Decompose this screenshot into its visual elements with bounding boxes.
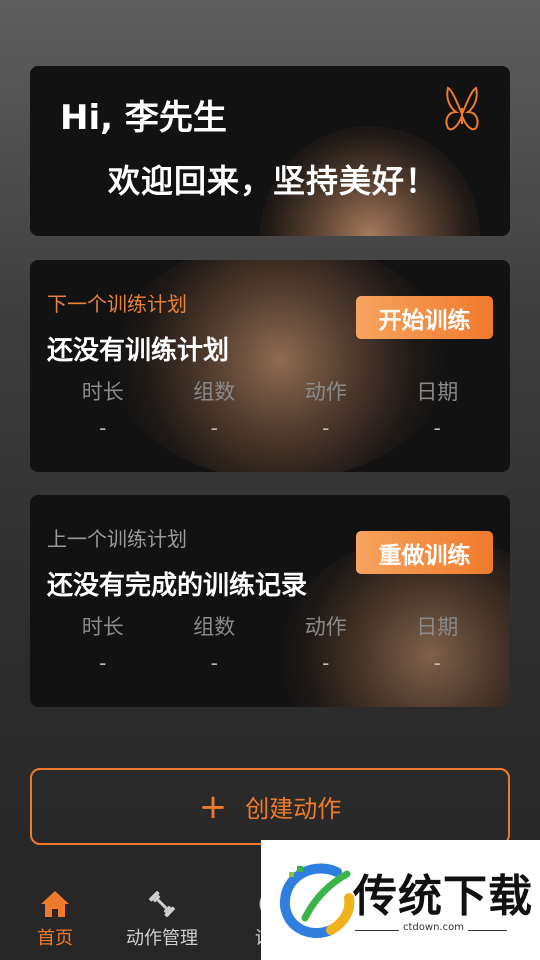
- stat-value: -: [433, 651, 441, 675]
- dumbbell-icon: [148, 890, 176, 918]
- plus-icon: +: [198, 786, 228, 827]
- stat-label: 组数: [193, 380, 236, 404]
- next-plan-title: 还没有训练计划: [47, 336, 230, 366]
- next-plan-kicker: 下一个训练计划: [47, 292, 187, 316]
- stat-label: 组数: [193, 615, 236, 639]
- stat-label: 时长: [81, 380, 124, 404]
- stat-value: -: [210, 651, 218, 675]
- stat-label: 动作: [304, 615, 347, 639]
- stat-value: -: [210, 416, 218, 440]
- prev-plan-kicker: 上一个训练计划: [47, 527, 187, 551]
- prev-plan-title: 还没有完成的训练记录: [47, 571, 308, 601]
- stat-value: -: [322, 651, 330, 675]
- stat-duration: 时长 -: [47, 376, 159, 440]
- stat-value: -: [322, 416, 330, 440]
- stat-value: -: [433, 416, 441, 440]
- stat-duration: 时长 -: [47, 611, 159, 675]
- tab-label: 首页: [37, 928, 73, 949]
- butterfly-icon: [445, 86, 479, 131]
- home-icon: [41, 891, 69, 917]
- stat-date: 日期 -: [382, 611, 494, 675]
- stat-date: 日期 -: [382, 376, 494, 440]
- tab-action-management[interactable]: 动作管理: [107, 880, 217, 960]
- tab-label: 动作管理: [126, 928, 198, 949]
- stat-label: 日期: [416, 380, 459, 404]
- watermark-domain: ctdown.com: [399, 922, 468, 933]
- prev-plan-card: 上一个训练计划 还没有完成的训练记录 重做训练 时长 - 组数 - 动作 - 日…: [30, 495, 510, 707]
- redo-training-button[interactable]: 重做训练: [356, 531, 493, 574]
- greeting-text: Hi, 李先生: [60, 98, 227, 138]
- welcome-card: Hi, 李先生 欢迎回来，坚持美好！: [30, 66, 510, 236]
- start-training-button[interactable]: 开始训练: [356, 296, 493, 339]
- stat-value: -: [99, 416, 107, 440]
- prev-plan-stats: 时长 - 组数 - 动作 - 日期 -: [47, 611, 493, 675]
- ctdown-logo-icon: [279, 863, 355, 938]
- watermark-overlay: 传统下载 ctdown.com: [261, 840, 540, 960]
- watermark-text: 传统下载: [353, 871, 533, 922]
- stat-sets: 组数 -: [159, 376, 271, 440]
- welcome-motto: 欢迎回来，坚持美好！: [108, 162, 439, 200]
- stat-label: 时长: [81, 615, 124, 639]
- stat-label: 动作: [304, 380, 347, 404]
- next-plan-card: 下一个训练计划 还没有训练计划 开始训练 时长 - 组数 - 动作 - 日期 -: [30, 260, 510, 472]
- next-plan-stats: 时长 - 组数 - 动作 - 日期 -: [47, 376, 493, 440]
- create-action-label: 创建动作: [245, 795, 342, 823]
- tab-home[interactable]: 首页: [0, 880, 110, 960]
- stat-actions: 动作 -: [270, 611, 382, 675]
- stat-value: -: [99, 651, 107, 675]
- create-action-button[interactable]: + 创建动作: [30, 768, 510, 845]
- stat-actions: 动作 -: [270, 376, 382, 440]
- stat-label: 日期: [416, 615, 459, 639]
- stat-sets: 组数 -: [159, 611, 271, 675]
